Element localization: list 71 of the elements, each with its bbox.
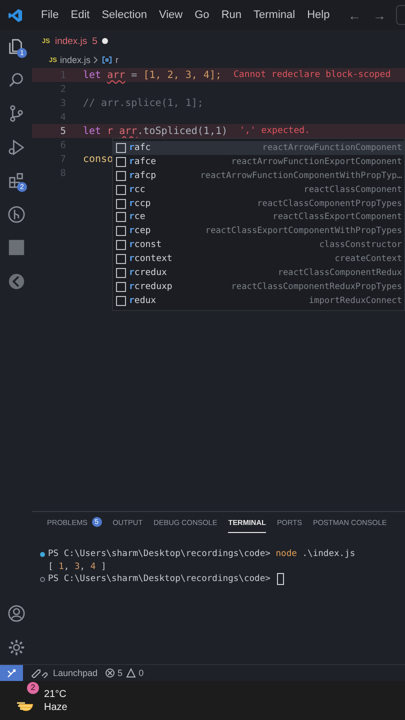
extensions-icon[interactable] (6, 171, 26, 190)
suggestion-item[interactable]: redux importReduxConnect (113, 294, 404, 308)
snippet-icon (116, 198, 126, 208)
menu-item[interactable]: Terminal (248, 9, 302, 21)
suggestion-item[interactable]: rcep reactClassExportComponentWithPropTypes (113, 224, 404, 238)
breadcrumb-item[interactable]: index.js (60, 55, 90, 65)
variable-icon (102, 56, 112, 64)
menu-item[interactable]: Run (215, 9, 248, 21)
chevron-icon (93, 56, 100, 64)
suggestion-item[interactable]: rcc reactClassComponent (113, 182, 404, 197)
pointer-icon[interactable] (6, 272, 26, 291)
code-line: conso (83, 154, 114, 164)
terminal-line: PS C:\Users\sharm\Desktop\recordings\code> node .\index.js (48, 549, 356, 560)
temperature-text: 21°C (44, 688, 68, 700)
command-center-field[interactable] (396, 5, 405, 25)
tab-label: index.js (54, 36, 88, 46)
suggestion-item[interactable]: rafc reactArrowFunctionComponent (113, 141, 404, 155)
notification-badge: 2 (27, 682, 39, 694)
code-line: let arr = [1, 2, 3, 4]; (83, 70, 222, 80)
code-line: // arr.splice(1, 1]; (83, 98, 204, 108)
suggestion-item[interactable]: rcredux reactClassComponentRedux (113, 266, 404, 280)
remote-icon (6, 668, 16, 678)
menu-item[interactable]: Go (188, 9, 216, 21)
menu-item[interactable]: Edit (64, 9, 96, 21)
suggestion-item[interactable]: rconst classConstructor (113, 238, 404, 252)
snippet-icon (116, 268, 126, 278)
command-status-icon (40, 552, 45, 557)
remote-button[interactable] (0, 665, 23, 681)
snippet-icon (116, 296, 126, 306)
snippet-icon (116, 254, 126, 264)
run-debug-icon[interactable] (6, 138, 26, 157)
account-icon[interactable] (6, 604, 26, 624)
settings-icon[interactable] (6, 638, 26, 657)
menu-item[interactable]: Selection (96, 9, 153, 21)
terminal-line: PS C:\Users\sharm\Desktop\recordings\code> (48, 574, 272, 584)
suggestion-item[interactable]: rccp reactClassComponentPropTypes (113, 196, 404, 210)
breadcrumb-item[interactable]: r (115, 55, 118, 65)
suggestion-item[interactable]: rafce reactArrowFunctionExportComponent (113, 154, 404, 169)
suggestion-item[interactable]: rcontext createContext (113, 252, 404, 266)
weather-condition: Haze (44, 700, 68, 714)
nav-arrow-button[interactable]: → (373, 8, 386, 22)
problems-button[interactable]: 5 0 (104, 668, 144, 678)
line-number: 5 (59, 126, 67, 136)
error-icon (104, 668, 115, 678)
snippet-icon (116, 170, 126, 181)
snippet-icon (116, 142, 126, 153)
suggestion-item[interactable]: rcreduxp reactClassComponentReduxPropTypes (113, 280, 404, 294)
tile-icon[interactable] (6, 238, 26, 258)
suggestion-item[interactable]: rafcp reactArrowFunctionComponentWithPropTyp… (113, 168, 404, 183)
snippet-icon (116, 226, 126, 236)
snippet-icon (116, 282, 126, 292)
unsaved-dot-icon[interactable] (102, 38, 108, 44)
snippet-icon (116, 212, 126, 222)
suggestion-item[interactable]: rce reactClassExportComponent (113, 210, 404, 224)
launchpad-button[interactable]: Launchpad (30, 668, 98, 678)
code-line: let r arr.toSpliced(1,1) (83, 126, 228, 136)
snippet-icon (116, 156, 126, 167)
menu-item[interactable]: View (152, 9, 189, 21)
command-status-icon (40, 576, 45, 582)
app-logo-icon (8, 8, 23, 22)
menu-item[interactable]: File (35, 9, 65, 21)
nav-arrow-button[interactable]: ← (348, 8, 361, 22)
menu-item[interactable]: Help (301, 9, 336, 21)
snippet-icon (116, 184, 126, 195)
error-message: ',' expected. (240, 126, 310, 136)
snippet-icon (116, 240, 126, 250)
error-count: 5 (92, 36, 98, 46)
git-graph-icon[interactable] (6, 204, 26, 224)
error-message: Cannot redeclare block-scoped (234, 70, 391, 80)
warning-icon (126, 668, 136, 678)
terminal-line: [ 1, 3, 4 ] (48, 562, 106, 572)
